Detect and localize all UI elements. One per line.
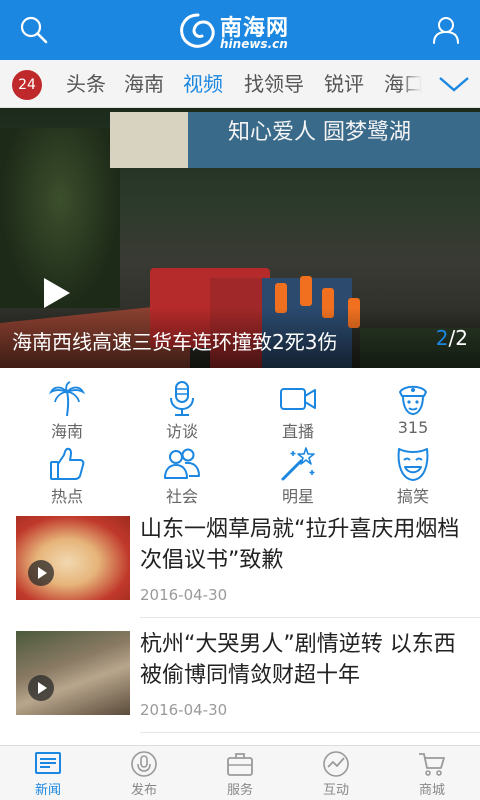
channel-tabs: 24 头条 海南 视频 找领导 锐评 海口 (0, 60, 480, 108)
category-315[interactable]: 315 (358, 374, 468, 440)
notification-badge[interactable]: 24 (12, 70, 42, 100)
shopping-cart-icon (419, 753, 445, 776)
category-interview[interactable]: 访谈 (127, 374, 237, 441)
nav-label: 互动 (322, 783, 349, 798)
microphone-icon (170, 381, 194, 416)
hero-billboard-text: 知心爱人 圆梦鹭湖 (228, 120, 411, 145)
category-grid: 海南 访谈 直播 315 热点 社会 明星 搞笑 (0, 368, 480, 506)
nav-services[interactable]: 服务 (192, 746, 288, 800)
category-hot[interactable]: 热点 (12, 439, 122, 506)
chevron-down-icon (439, 77, 469, 92)
activity-icon (323, 751, 349, 777)
category-label: 315 (397, 418, 429, 437)
category-live[interactable]: 直播 (243, 374, 353, 441)
divider (140, 617, 480, 618)
hero-photo-worker (300, 276, 312, 306)
tab-commentary[interactable]: 锐评 (324, 70, 364, 98)
category-label: 搞笑 (396, 487, 429, 506)
microphone-icon (131, 751, 157, 777)
news-date: 2016-04-30 (140, 701, 228, 719)
news-date: 2016-04-30 (140, 586, 228, 604)
hero-page-indicator: 2/2 (436, 326, 468, 350)
news-title: 杭州“大哭男人”剧情逆转 以东西被偷博同情敛财超十年 (140, 632, 456, 688)
tab-hainan[interactable]: 海南 (124, 70, 164, 98)
nav-news[interactable]: 新闻 (0, 746, 96, 800)
app-header: 南海网 hinews.cn (0, 0, 480, 60)
nav-label: 商城 (418, 783, 445, 798)
news-thumbnail (16, 516, 130, 600)
thumbs-up-icon (50, 447, 85, 480)
tab-headlines[interactable]: 头条 (66, 70, 106, 98)
hero-page-current: 2 (435, 326, 449, 350)
nav-publish[interactable]: 发布 (96, 746, 192, 800)
search-button[interactable] (12, 8, 56, 52)
video-camera-icon (280, 388, 316, 410)
category-hainan[interactable]: 海南 (12, 374, 122, 441)
category-funny[interactable]: 搞笑 (358, 439, 468, 506)
bottom-navigation: 新闻 发布 服务 互动 商城 (0, 745, 480, 800)
category-society[interactable]: 社会 (127, 439, 237, 506)
category-label: 社会 (165, 487, 198, 506)
magic-wand-icon (281, 447, 315, 481)
nav-interact[interactable]: 互动 (288, 746, 384, 800)
news-title: 山东一烟草局就“拉升喜庆用烟档次倡议书”致歉 (140, 517, 460, 573)
search-icon (20, 16, 48, 44)
divider (140, 732, 480, 733)
logo-domain: hinews.cn (220, 37, 288, 51)
news-item[interactable]: 杭州“大哭男人”剧情逆转 以东西被偷博同情敛财超十年 2016-04-30 (0, 631, 480, 746)
newspaper-icon (35, 752, 61, 774)
nav-label: 发布 (130, 783, 157, 798)
tabs-fade (400, 60, 422, 107)
featured-video-banner[interactable]: 知心爱人 圆梦鹭湖 海南西线高速三货车连环撞致2死3伤 2/2 (0, 108, 480, 368)
play-icon (28, 675, 54, 701)
user-icon (433, 17, 459, 44)
hero-page-total: /2 (448, 326, 468, 350)
category-celebrity[interactable]: 明星 (243, 439, 353, 506)
play-icon (28, 560, 54, 586)
play-icon[interactable] (38, 276, 72, 310)
user-button[interactable] (424, 8, 468, 52)
palm-tree-icon (48, 381, 86, 417)
people-icon (164, 448, 200, 479)
tab-find-leader[interactable]: 找领导 (244, 70, 304, 98)
app-logo: 南海网 hinews.cn (176, 6, 306, 56)
nav-label: 新闻 (34, 783, 61, 798)
logo-swirl-icon (180, 13, 215, 48)
news-item[interactable]: 山东一烟草局就“拉升喜庆用烟档次倡议书”致歉 2016-04-30 (0, 516, 480, 631)
nav-label: 服务 (226, 783, 253, 798)
hero-title: 海南西线高速三货车连环撞致2死3伤 (12, 330, 338, 354)
hero-photo-billboard-panel (110, 112, 188, 168)
briefcase-icon (227, 753, 253, 776)
news-thumbnail (16, 631, 130, 715)
tab-video[interactable]: 视频 (183, 70, 223, 98)
nav-mall[interactable]: 商城 (384, 746, 480, 800)
police-officer-icon (399, 385, 427, 416)
category-label: 明星 (281, 487, 314, 506)
expand-tabs-button[interactable] (428, 60, 480, 107)
smiley-mask-icon (397, 448, 429, 481)
category-label: 热点 (50, 487, 83, 506)
